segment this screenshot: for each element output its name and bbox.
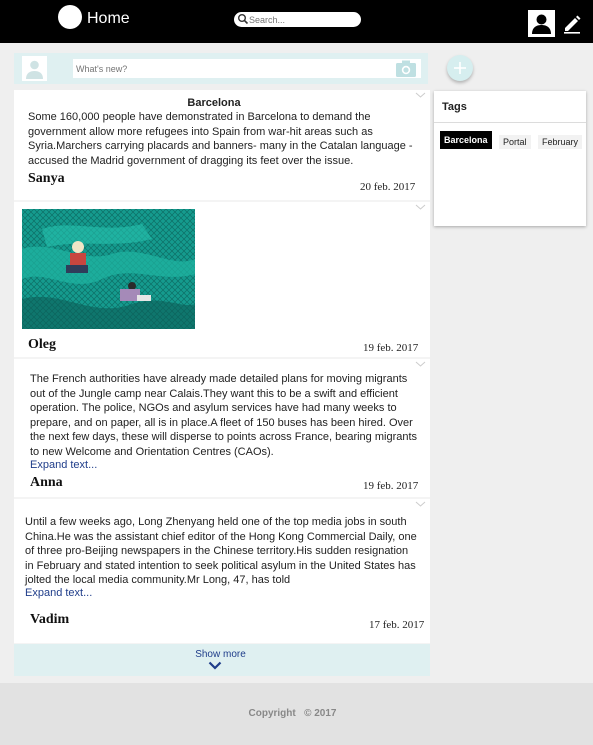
chevron-down-icon[interactable] [415, 204, 426, 210]
post-photo[interactable] [22, 209, 195, 329]
post-author[interactable]: Sanya [28, 171, 65, 187]
whats-new-input[interactable] [73, 59, 421, 78]
tag-barcelona[interactable]: Barcelona [440, 131, 492, 149]
search-input[interactable] [249, 12, 354, 27]
chevron-down-icon[interactable] [415, 92, 426, 98]
camera-icon[interactable] [396, 60, 416, 77]
post-author[interactable]: Anna [30, 475, 63, 491]
expand-text-link[interactable]: Expand text... [30, 459, 97, 471]
divider [434, 122, 586, 123]
post-card: Oleg 19 feb. 2017 [14, 202, 430, 357]
top-bar: Home [0, 0, 593, 43]
post-composer [14, 53, 428, 84]
news-feed: Barcelona Some 160,000 people have demon… [14, 90, 430, 676]
tags-header: Tags [442, 101, 467, 113]
post-card: Until a few weeks ago, Long Zhenyang hel… [14, 499, 430, 643]
chevron-down-icon[interactable] [415, 501, 426, 507]
logo-icon[interactable] [58, 5, 82, 29]
footer: Copyright © 2017 [0, 683, 593, 745]
post-date: 19 feb. 2017 [363, 342, 419, 354]
plus-icon [454, 62, 466, 74]
profile-icon[interactable] [528, 10, 555, 37]
post-card: Barcelona Some 160,000 people have demon… [14, 90, 430, 200]
edit-icon[interactable] [562, 14, 582, 34]
page-title[interactable]: Home [87, 10, 130, 28]
show-more-button[interactable]: Show more [14, 644, 430, 676]
tags-panel: Tags Barcelona Portal February [434, 91, 586, 226]
post-card: The French authorities have already made… [14, 359, 430, 497]
copyright-text: Copyright © 2017 [248, 708, 337, 719]
chevron-down-icon [208, 661, 222, 670]
post-date: 20 feb. 2017 [360, 181, 416, 193]
post-title: Barcelona [187, 97, 241, 109]
tag-february[interactable]: February [538, 135, 583, 149]
avatar-icon [22, 56, 47, 81]
post-text: Some 160,000 people have demonstrated in… [28, 111, 413, 167]
add-button[interactable] [447, 55, 473, 81]
tag-portal[interactable]: Portal [499, 135, 531, 149]
post-author[interactable]: Oleg [28, 337, 56, 353]
post-date: 17 feb. 2017 [369, 619, 425, 631]
post-text: The French authorities have already made… [30, 373, 418, 458]
post-text: Until a few weeks ago, Long Zhenyang hel… [25, 516, 417, 586]
post-date: 19 feb. 2017 [363, 480, 419, 492]
expand-text-link[interactable]: Expand text... [25, 587, 92, 599]
search-icon [238, 14, 249, 25]
show-more-label: Show more [195, 649, 246, 660]
chevron-down-icon[interactable] [415, 361, 426, 367]
search-box[interactable] [234, 12, 361, 27]
post-author[interactable]: Vadim [30, 612, 69, 628]
